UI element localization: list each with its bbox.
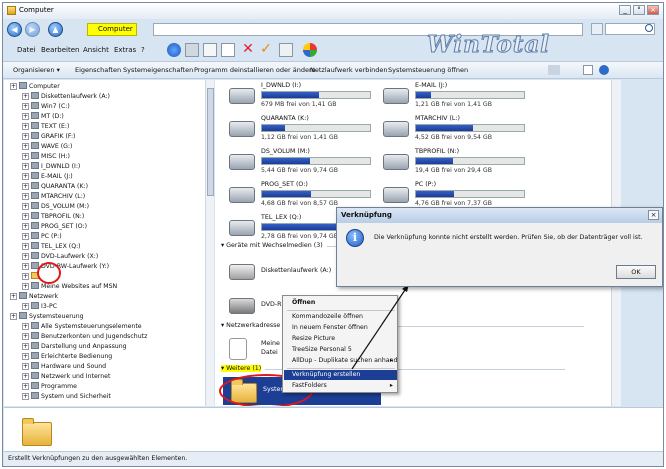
dialog-title: Verknüpfung [337, 208, 662, 223]
ok-button[interactable]: OK [616, 265, 656, 279]
explorer-window: Computer _ ° × ◀ ▶ ▲ Computer Datei Bear… [2, 2, 664, 467]
error-dialog: Verknüpfung × i Die Verknüpfung konnte n… [336, 207, 663, 287]
dialog-close-button[interactable]: × [648, 210, 659, 220]
dialog-message: Die Verknüpfung konnte nicht erstellt we… [374, 234, 643, 241]
info-icon: i [346, 229, 364, 247]
